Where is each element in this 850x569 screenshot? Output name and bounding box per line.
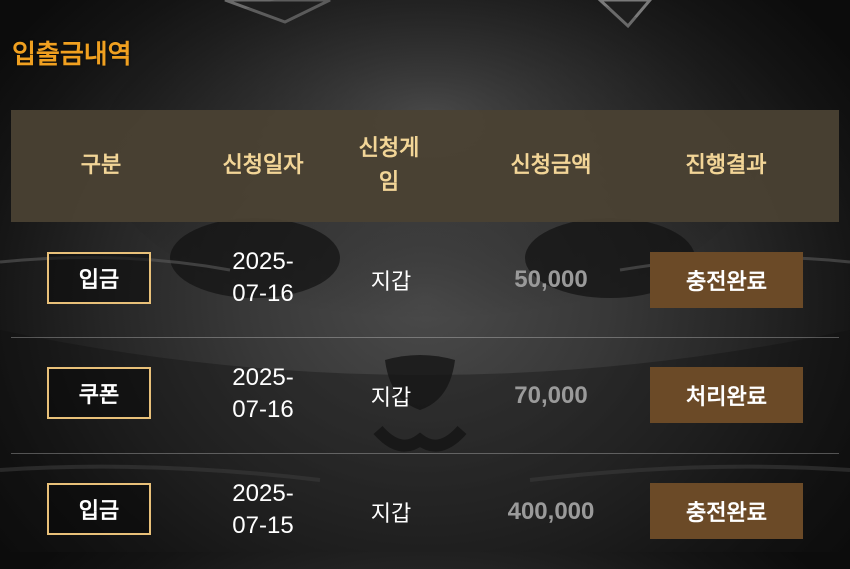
date-monthday: 07-16 xyxy=(232,396,294,423)
date-cell: 2025- 07-16 xyxy=(207,246,319,310)
status-badge: 충전완료 xyxy=(650,252,803,308)
game-cell: 지갑 xyxy=(370,270,412,295)
date-cell: 2025- 07-16 xyxy=(207,362,319,426)
amount-cell: 70,000 xyxy=(514,382,588,409)
date-year: 2025- xyxy=(232,364,294,391)
header-type: 구분 xyxy=(80,153,122,178)
amount-cell: 400,000 xyxy=(507,498,595,525)
header-game-line2: 임 xyxy=(378,170,400,195)
status-badge: 충전완료 xyxy=(650,483,803,539)
header-date: 신청일자 xyxy=(222,153,304,178)
page-title: 입출금내역 xyxy=(12,40,132,70)
date-monthday: 07-15 xyxy=(232,512,294,539)
date-year: 2025- xyxy=(232,248,294,275)
header-game-line1: 신청게 xyxy=(358,136,420,161)
date-cell: 2025- 07-15 xyxy=(207,478,319,542)
table-row: 입금 2025- 07-16 지갑 50,000 충전완료 xyxy=(11,222,839,337)
header-result: 진행결과 xyxy=(685,153,767,178)
header-amount: 신청금액 xyxy=(510,153,592,178)
date-monthday: 07-16 xyxy=(232,280,294,307)
game-cell: 지갑 xyxy=(370,386,412,411)
type-badge: 입금 xyxy=(47,483,151,535)
table-header: 구분 신청일자 신청게 임 신청금액 진행결과 xyxy=(11,110,839,222)
amount-cell: 50,000 xyxy=(514,266,588,293)
status-badge: 처리완료 xyxy=(650,367,803,423)
game-cell: 지갑 xyxy=(370,502,412,527)
date-year: 2025- xyxy=(232,480,294,507)
header-game: 신청게 임 xyxy=(341,110,437,222)
table-row: 쿠폰 2025- 07-16 지갑 70,000 처리완료 xyxy=(11,338,839,453)
type-badge: 입금 xyxy=(47,252,151,304)
type-badge: 쿠폰 xyxy=(47,367,151,419)
